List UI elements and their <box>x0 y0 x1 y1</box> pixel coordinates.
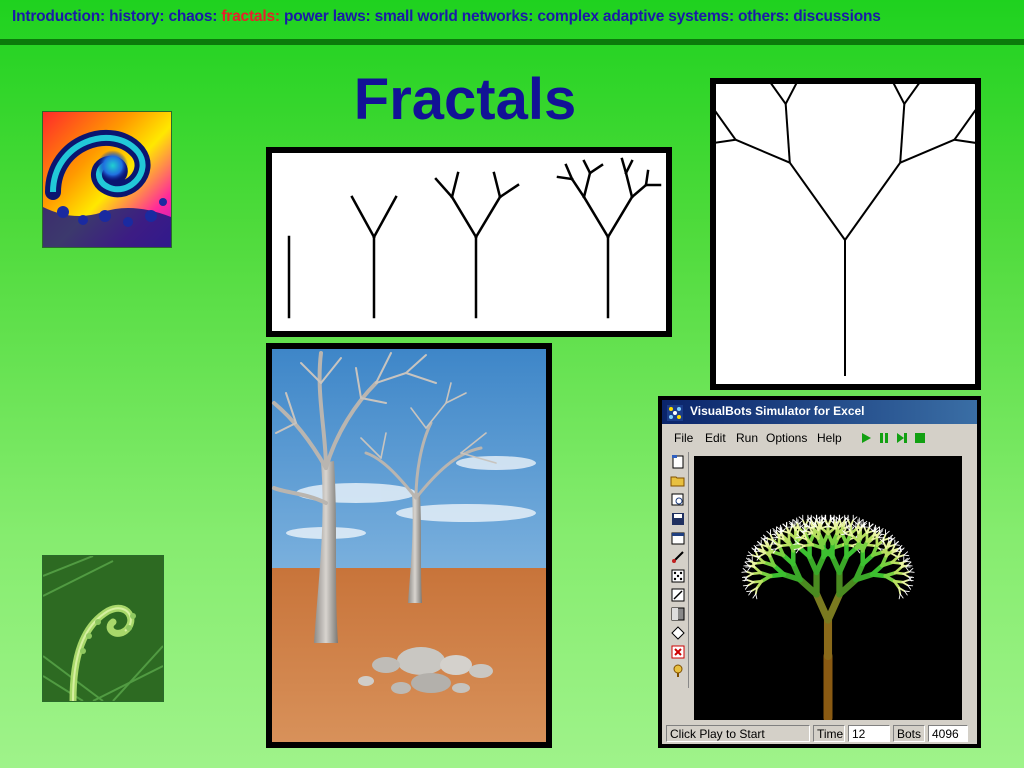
preview-icon[interactable] <box>670 492 686 508</box>
menu-edit[interactable]: Edit <box>705 431 726 445</box>
visualbots-window-body: VisualBots Simulator for Excel File Edit… <box>662 400 977 744</box>
window-titlebar[interactable]: VisualBots Simulator for Excel <box>662 400 977 424</box>
bots-label: Bots <box>893 725 925 742</box>
bots-value: 4096 <box>928 725 968 742</box>
binary-fractal-tree-panel <box>710 78 981 390</box>
nav-discussions[interactable]: discussions <box>793 8 881 25</box>
gradient-icon[interactable] <box>670 606 686 622</box>
edit-icon[interactable] <box>670 587 686 603</box>
menu-file[interactable]: File <box>674 431 693 445</box>
diamond-icon[interactable] <box>670 625 686 641</box>
header-divider <box>0 39 1024 45</box>
visualbots-app-icon <box>667 405 683 421</box>
window-title: VisualBots Simulator for Excel <box>690 404 865 418</box>
nav-history[interactable]: history <box>109 8 159 25</box>
pen-icon[interactable] <box>670 549 686 565</box>
time-label: Time <box>813 725 845 742</box>
menu-options[interactable]: Options <box>766 431 807 445</box>
status-message: Click Play to Start <box>666 725 810 742</box>
help-icon[interactable] <box>670 663 686 679</box>
status-bar: Click Play to Start Time 12 Bots 4096 <box>662 722 977 744</box>
nav-complex-adaptive-systems[interactable]: complex adaptive systems <box>537 8 729 25</box>
new-icon[interactable] <box>670 454 686 470</box>
nav-introduction[interactable]: Introduction <box>12 8 100 25</box>
nav-chaos[interactable]: chaos <box>168 8 212 25</box>
open-folder-icon[interactable] <box>670 473 686 489</box>
fractal-spiral-image <box>42 111 172 248</box>
menu-bar: File Edit Run Options Help <box>662 426 977 448</box>
stop-icon[interactable] <box>914 432 926 444</box>
fern-fiddlehead-image <box>42 555 164 702</box>
delete-icon[interactable] <box>670 644 686 660</box>
menu-help[interactable]: Help <box>817 431 842 445</box>
time-value: 12 <box>848 725 890 742</box>
grid-dots-icon[interactable] <box>670 568 686 584</box>
visualbots-window: VisualBots Simulator for Excel File Edit… <box>658 396 981 748</box>
pause-icon[interactable] <box>878 432 890 444</box>
nav-small-world-networks[interactable]: small world networks <box>375 8 529 25</box>
desert-fractal-trees-panel <box>266 343 552 748</box>
play-icon[interactable] <box>860 432 872 444</box>
breadcrumb-nav: Introduction: history: chaos: fractals: … <box>12 8 881 25</box>
menu-run[interactable]: Run <box>736 431 758 445</box>
slide-title: Fractals <box>353 67 577 132</box>
save-icon[interactable] <box>670 511 686 527</box>
toolbar-vertical <box>668 452 689 688</box>
tree-iterations-panel <box>266 147 672 337</box>
nav-others[interactable]: others <box>738 8 784 25</box>
nav-fractals[interactable]: fractals <box>221 8 275 25</box>
calendar-icon[interactable] <box>670 530 686 546</box>
nav-power-laws[interactable]: power laws <box>284 8 366 25</box>
simulation-canvas[interactable] <box>694 456 962 723</box>
top-nav-bar: Introduction: history: chaos: fractals: … <box>0 0 1024 38</box>
step-icon[interactable] <box>896 432 908 444</box>
